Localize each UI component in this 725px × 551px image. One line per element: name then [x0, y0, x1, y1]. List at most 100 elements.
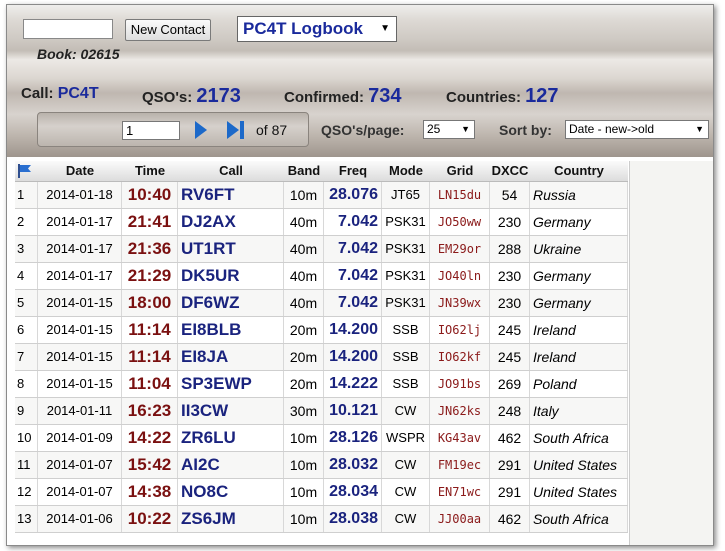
table-row[interactable]: 13 2014-01-06 10:22 ZS6JM 10m 28.038 CW JJ00aa 4… — [15, 506, 628, 533]
search-input[interactable] — [23, 19, 113, 39]
qso-dxcc: 54 — [490, 182, 530, 208]
qso-time: 21:41 — [122, 209, 178, 235]
qso-date: 2014-01-15 — [38, 344, 122, 370]
sort-label: Sort by: — [499, 122, 552, 138]
qso-dxcc: 245 — [490, 317, 530, 343]
qso-grid: LN15du — [430, 182, 490, 208]
qso-mode: CW — [382, 398, 430, 424]
qso-date: 2014-01-09 — [38, 425, 122, 451]
table-row[interactable]: 1 2014-01-18 10:40 RV6FT 10m 28.076 JT65 LN15du… — [15, 182, 628, 209]
new-contact-button[interactable]: New Contact — [125, 19, 211, 41]
col-dxcc[interactable]: DXCC — [490, 161, 530, 181]
qso-call[interactable]: ZR6LU — [178, 425, 284, 451]
qso-band: 10m — [284, 425, 324, 451]
qso-call[interactable]: DJ2AX — [178, 209, 284, 235]
table-row[interactable]: 10 2014-01-09 14:22 ZR6LU 10m 28.126 WSPR KG43a… — [15, 425, 628, 452]
qso-band: 10m — [284, 182, 324, 208]
qso-date: 2014-01-15 — [38, 290, 122, 316]
qso-country: Russia — [530, 182, 628, 208]
qso-freq: 28.034 — [324, 479, 382, 505]
row-number: 9 — [15, 398, 38, 424]
logbook-window: New Contact PC4T Logbook ▼ Book: 02615 C… — [6, 4, 714, 546]
per-page-select[interactable]: 25 ▼ — [423, 120, 475, 139]
qso-dxcc: 462 — [490, 506, 530, 532]
countries-stat-value: 127 — [525, 85, 559, 107]
qso-date: 2014-01-17 — [38, 263, 122, 289]
qso-call[interactable]: UT1RT — [178, 236, 284, 262]
table-row[interactable]: 9 2014-01-11 16:23 II3CW 30m 10.121 CW JN62ks 24… — [15, 398, 628, 425]
qso-call[interactable]: DK5UR — [178, 263, 284, 289]
qso-time: 11:14 — [122, 317, 178, 343]
dropdown-arrow-icon: ▼ — [461, 124, 470, 134]
col-freq[interactable]: Freq — [324, 161, 382, 181]
dropdown-arrow-icon: ▼ — [380, 23, 390, 34]
qso-call[interactable]: RV6FT — [178, 182, 284, 208]
col-date[interactable]: Date — [38, 161, 122, 181]
qso-time: 11:14 — [122, 344, 178, 370]
row-number: 12 — [15, 479, 38, 505]
sort-select[interactable]: Date - new->old ▼ — [565, 120, 709, 139]
col-mode[interactable]: Mode — [382, 161, 430, 181]
qso-call[interactable]: II3CW — [178, 398, 284, 424]
logbook-select[interactable]: PC4T Logbook ▼ — [237, 16, 397, 42]
qso-band: 10m — [284, 506, 324, 532]
confirmed-stat-label: Confirmed: — [284, 89, 364, 106]
qso-grid: KG43av — [430, 425, 490, 451]
col-country[interactable]: Country — [530, 161, 628, 181]
play-icon[interactable] — [194, 120, 208, 144]
table-row[interactable]: 11 2014-01-07 15:42 AI2C 10m 28.032 CW FM19ec 29… — [15, 452, 628, 479]
page-number-input[interactable]: 1 — [122, 121, 180, 140]
table-row[interactable]: 12 2014-01-07 14:38 NO8C 10m 28.034 CW EN71wc 29… — [15, 479, 628, 506]
qso-freq: 14.200 — [324, 344, 382, 370]
qso-grid: EN71wc — [430, 479, 490, 505]
qso-band: 30m — [284, 398, 324, 424]
qso-call[interactable]: AI2C — [178, 452, 284, 478]
qso-country: Italy — [530, 398, 628, 424]
call-stat: Call: PC4T — [21, 85, 99, 103]
qso-mode: JT65 — [382, 182, 430, 208]
qso-mode: PSK31 — [382, 236, 430, 262]
col-call[interactable]: Call — [178, 161, 284, 181]
qso-date: 2014-01-17 — [38, 209, 122, 235]
table-row[interactable]: 5 2014-01-15 18:00 DF6WZ 40m 7.042 PSK31 JN39wx… — [15, 290, 628, 317]
skip-to-end-icon[interactable] — [226, 120, 246, 144]
qso-call[interactable]: SP3EWP — [178, 371, 284, 397]
qso-country: United States — [530, 479, 628, 505]
qso-country: Poland — [530, 371, 628, 397]
row-number: 5 — [15, 290, 38, 316]
qso-country: South Africa — [530, 506, 628, 532]
page-count-label: of 87 — [256, 122, 288, 138]
qso-freq: 7.042 — [324, 236, 382, 262]
row-number: 11 — [15, 452, 38, 478]
flag-icon — [17, 164, 32, 183]
countries-stat-label: Countries: — [446, 89, 521, 106]
qso-call[interactable]: NO8C — [178, 479, 284, 505]
col-time[interactable]: Time — [122, 161, 178, 181]
qso-freq: 7.042 — [324, 209, 382, 235]
table-row[interactable]: 2 2014-01-17 21:41 DJ2AX 40m 7.042 PSK31 JO50ww… — [15, 209, 628, 236]
qso-call[interactable]: ZS6JM — [178, 506, 284, 532]
qso-country: United States — [530, 452, 628, 478]
table-row[interactable]: 7 2014-01-15 11:14 EI8JA 20m 14.200 SSB IO62kf 2… — [15, 344, 628, 371]
table-row[interactable]: 4 2014-01-17 21:29 DK5UR 40m 7.042 PSK31 JO40ln… — [15, 263, 628, 290]
qso-mode: PSK31 — [382, 290, 430, 316]
qso-date: 2014-01-15 — [38, 371, 122, 397]
table-row[interactable]: 8 2014-01-15 11:04 SP3EWP 20m 14.222 SSB JO91bs… — [15, 371, 628, 398]
col-band[interactable]: Band — [284, 161, 324, 181]
pager-box: 1 of 87 — [37, 112, 309, 147]
per-page-select-value: 25 — [427, 122, 441, 136]
qso-time: 15:42 — [122, 452, 178, 478]
qso-mode: SSB — [382, 317, 430, 343]
col-grid[interactable]: Grid — [430, 161, 490, 181]
qso-freq: 7.042 — [324, 290, 382, 316]
qso-grid: JO40ln — [430, 263, 490, 289]
table-row[interactable]: 3 2014-01-17 21:36 UT1RT 40m 7.042 PSK31 EM29or… — [15, 236, 628, 263]
table-row[interactable]: 6 2014-01-15 11:14 EI8BLB 20m 14.200 SSB IO62lj… — [15, 317, 628, 344]
qso-call[interactable]: EI8JA — [178, 344, 284, 370]
qso-call[interactable]: DF6WZ — [178, 290, 284, 316]
countries-stat: Countries: 127 — [446, 85, 559, 108]
qso-date: 2014-01-07 — [38, 452, 122, 478]
qso-band: 20m — [284, 371, 324, 397]
qso-call[interactable]: EI8BLB — [178, 317, 284, 343]
qso-date: 2014-01-07 — [38, 479, 122, 505]
